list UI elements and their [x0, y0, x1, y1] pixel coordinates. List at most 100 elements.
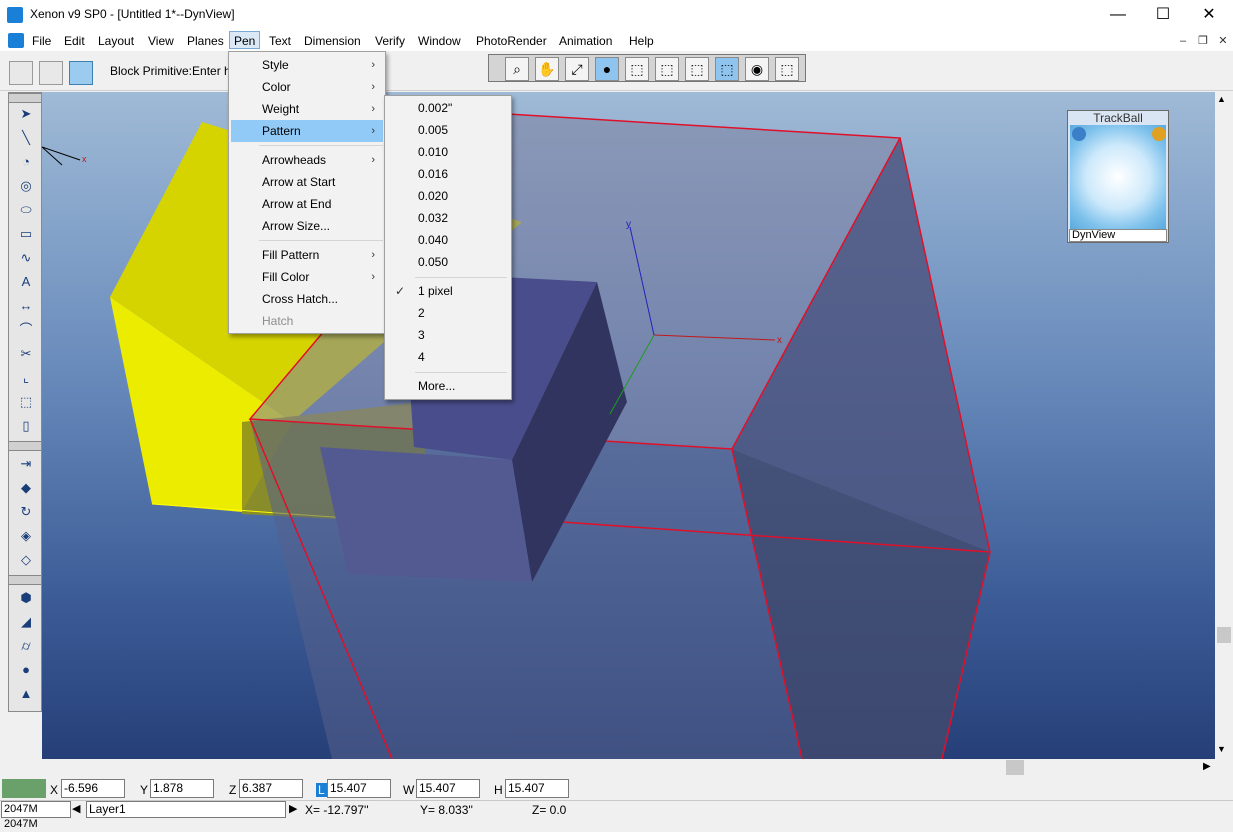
pen-menu-fill-color[interactable]: Fill Color › — [231, 266, 383, 288]
ellipse-tool-icon[interactable]: ⬭ — [12, 199, 40, 221]
menu-planes[interactable]: Planes — [186, 32, 225, 50]
mdi-minimize-button[interactable]: – — [1175, 33, 1191, 49]
circle-tool-icon[interactable]: ◎ — [12, 175, 40, 197]
pattern-item[interactable]: 2 — [387, 302, 509, 324]
pattern-item[interactable]: 0.020 — [387, 185, 509, 207]
pattern-item[interactable]: 3 — [387, 324, 509, 346]
block-edge-icon[interactable] — [39, 61, 63, 85]
trackball-sphere[interactable] — [1070, 125, 1166, 229]
menu-layout[interactable]: Layout — [97, 32, 135, 50]
menu-file[interactable]: File — [31, 32, 52, 50]
sweep-tool-icon[interactable]: ◇ — [12, 549, 40, 571]
trim-tool-icon[interactable]: ✂ — [12, 343, 40, 365]
menu-view[interactable]: View — [147, 32, 175, 50]
layer-next-icon[interactable]: ▶ — [289, 802, 297, 815]
wireframe-icon[interactable]: ⬚ — [625, 57, 649, 81]
cone-primitive-icon[interactable]: ▲ — [12, 683, 40, 705]
pen-menu-weight[interactable]: Weight › — [231, 98, 383, 120]
h-field[interactable]: 15.407 — [505, 779, 569, 798]
block-primitive-icon[interactable]: ⬢ — [12, 587, 40, 609]
block-3d-icon[interactable] — [69, 61, 93, 85]
pattern-item[interactable]: 0.010 — [387, 141, 509, 163]
pattern-item[interactable]: 0.002" — [387, 97, 509, 119]
scroll-right-icon[interactable]: ▶ — [1203, 761, 1211, 772]
pattern-item[interactable]: 0.005 — [387, 119, 509, 141]
axis-tool-icon[interactable]: ⌞ — [12, 367, 40, 389]
transform-tool-icon[interactable]: ⬚ — [12, 391, 40, 413]
render-sphere-icon[interactable]: ◉ — [745, 57, 769, 81]
close-button[interactable]: ✕ — [1186, 0, 1232, 30]
menu-window[interactable]: Window — [417, 32, 462, 50]
menu-text[interactable]: Text — [268, 32, 292, 50]
pen-menu-pattern[interactable]: Pattern › — [231, 120, 383, 142]
block-center-icon[interactable] — [9, 61, 33, 85]
pattern-item[interactable]: 0.016 — [387, 163, 509, 185]
palette-grip[interactable] — [9, 93, 41, 103]
menu-animation[interactable]: Animation — [558, 32, 613, 50]
surface-tool-icon[interactable]: ◆ — [12, 477, 40, 499]
pattern-item-checked[interactable]: ✓ 1 pixel — [387, 280, 509, 302]
hidden-line-removed-icon[interactable]: ⬚ — [685, 57, 709, 81]
fillet-tool-icon[interactable]: ⌒ — [12, 319, 40, 341]
pen-menu-color[interactable]: Color › — [231, 76, 383, 98]
x-field[interactable]: -6.596 — [61, 779, 125, 798]
zoom-icon[interactable]: ⌕ — [505, 57, 529, 81]
l-field[interactable]: 15.407 — [327, 779, 391, 798]
pen-menu-fill-pattern[interactable]: Fill Pattern › — [231, 244, 383, 266]
cylinder-primitive-icon[interactable]: ⌭ — [12, 635, 40, 657]
minimize-button[interactable]: — — [1095, 0, 1141, 30]
pattern-item[interactable]: 0.050 — [387, 251, 509, 273]
layer-select[interactable]: Layer1 — [86, 801, 286, 818]
dimension-tool-icon[interactable]: ↔ — [12, 295, 40, 317]
scroll-down-icon[interactable]: ▼ — [1217, 744, 1226, 754]
trackball-down-icon[interactable] — [1072, 127, 1086, 141]
extrude-tool-icon[interactable]: ⇥ — [12, 453, 40, 475]
z-field[interactable]: 6.387 — [239, 779, 303, 798]
menu-help[interactable]: Help — [628, 32, 655, 50]
vertical-scroll-thumb[interactable] — [1217, 627, 1231, 643]
zoom-window-icon[interactable]: ⤢ — [565, 57, 589, 81]
loft-tool-icon[interactable]: ◈ — [12, 525, 40, 547]
scroll-up-icon[interactable]: ▲ — [1217, 94, 1226, 104]
shaded-icon[interactable]: ⬚ — [715, 57, 739, 81]
pan-hand-icon[interactable]: ✋ — [535, 57, 559, 81]
vertical-scrollbar[interactable]: ▲ ▼ — [1215, 92, 1233, 759]
pattern-item[interactable]: 4 — [387, 346, 509, 368]
arc-tool-icon[interactable]: ◔ — [12, 151, 40, 173]
pen-menu-arrow-start[interactable]: Arrow at Start — [231, 171, 383, 193]
document-icon[interactable] — [8, 33, 24, 48]
layer-prev-icon[interactable]: ◀ — [72, 802, 80, 815]
drawing-viewport[interactable]: x y x — [42, 92, 1215, 759]
hidden-line-icon[interactable]: ⬚ — [655, 57, 679, 81]
menu-dimension[interactable]: Dimension — [303, 32, 362, 50]
y-field[interactable]: 1.878 — [150, 779, 214, 798]
solid-box-icon[interactable]: ⬚ — [775, 57, 799, 81]
rotate-view-icon[interactable]: ● — [595, 57, 619, 81]
pattern-item[interactable]: 0.040 — [387, 229, 509, 251]
bar-tool-icon[interactable]: ▯ — [12, 415, 40, 437]
pen-menu-cross-hatch[interactable]: Cross Hatch... — [231, 288, 383, 310]
w-field[interactable]: 15.407 — [416, 779, 480, 798]
menu-photorender[interactable]: PhotoRender — [475, 32, 548, 50]
curve-tool-icon[interactable]: ∿ — [12, 247, 40, 269]
trackball-panel[interactable]: TrackBall DynView — [1067, 110, 1169, 243]
wedge-primitive-icon[interactable]: ◢ — [12, 611, 40, 633]
mdi-close-button[interactable]: ✕ — [1215, 33, 1231, 49]
menu-edit[interactable]: Edit — [63, 32, 86, 50]
menu-verify[interactable]: Verify — [374, 32, 406, 50]
horizontal-scroll-thumb[interactable] — [1006, 760, 1024, 775]
sphere-primitive-icon[interactable]: ● — [12, 659, 40, 681]
rectangle-tool-icon[interactable]: ▭ — [12, 223, 40, 245]
select-arrow-icon[interactable]: ➤ — [12, 103, 40, 125]
pen-menu-arrow-size[interactable]: Arrow Size... — [231, 215, 383, 237]
mdi-restore-button[interactable]: ❐ — [1195, 33, 1211, 49]
text-tool-icon[interactable]: A — [12, 271, 40, 293]
trackball-view-select[interactable]: DynView — [1069, 229, 1167, 242]
pattern-more[interactable]: More... — [387, 375, 509, 397]
revolve-tool-icon[interactable]: ↻ — [12, 501, 40, 523]
pen-menu-arrowheads[interactable]: Arrowheads › — [231, 149, 383, 171]
pattern-item[interactable]: 0.032 — [387, 207, 509, 229]
pen-menu-style[interactable]: Style › — [231, 54, 383, 76]
snap-icon[interactable] — [2, 779, 46, 798]
maximize-button[interactable]: ☐ — [1140, 0, 1186, 30]
